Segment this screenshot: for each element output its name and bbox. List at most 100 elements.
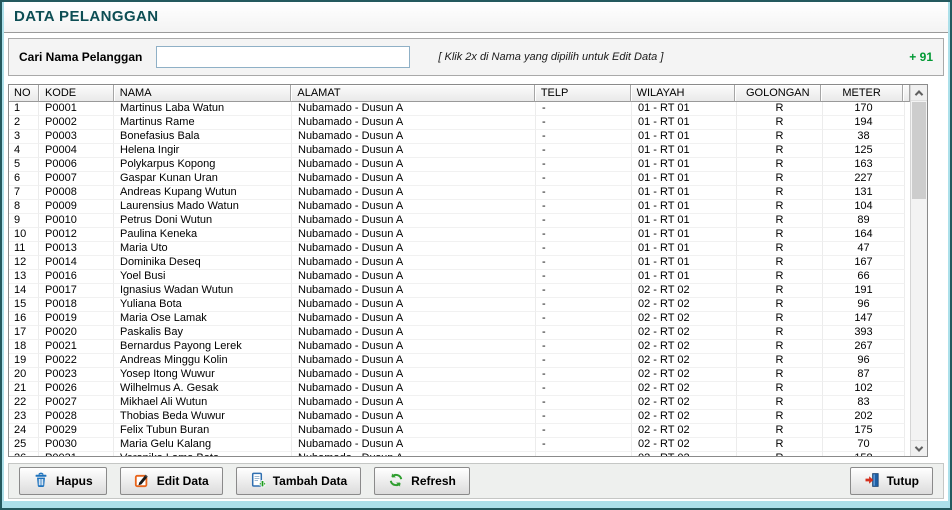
table-row[interactable]: 1P0001Martinus Laba WatunNubamado - Dusu… [9,102,910,116]
scroll-up-button[interactable] [911,85,927,101]
table-cell: R [737,200,823,214]
table-row[interactable]: 22P0027Mikhael Ali WutunNubamado - Dusun… [9,396,910,410]
table-cell: Maria Gelu Kalang [114,438,292,452]
column-header-alamat[interactable]: ALAMAT [291,85,534,102]
table-cell: 10 [9,228,39,242]
table-cell: 26 [9,452,39,456]
tambah-data-button[interactable]: Tambah Data [236,467,361,495]
table-row[interactable]: 11P0013Maria UtoNubamado - Dusun A-01 - … [9,242,910,256]
table-row[interactable]: 26P0031Veronika Lama BotaNubamado - Dusu… [9,452,910,456]
table-cell: 21 [9,382,39,396]
table-cell: Gaspar Kunan Uran [114,172,292,186]
table-cell: 19 [9,354,39,368]
table-cell: - [536,270,632,284]
table-cell: 4 [9,144,39,158]
tutup-button-label: Tutup [887,474,919,488]
table-cell: P0002 [39,116,114,130]
table-cell: P0031 [39,452,114,456]
column-header-nama[interactable]: NAMA [114,85,292,102]
column-header-wilayah[interactable]: WILAYAH [631,85,736,102]
search-panel: Cari Nama Pelanggan [ Klik 2x di Nama ya… [8,38,944,76]
table-cell: P0029 [39,424,114,438]
add-document-icon [250,472,266,491]
vertical-scrollbar[interactable] [910,85,927,456]
table-cell: R [737,438,823,452]
table-row[interactable]: 2P0002Martinus RameNubamado - Dusun A-01… [9,116,910,130]
table-row[interactable]: 7P0008Andreas Kupang WutunNubamado - Dus… [9,186,910,200]
table-cell: 01 - RT 01 [632,270,737,284]
table-cell: 167 [823,256,905,270]
table-row[interactable]: 17P0020Paskalis BayNubamado - Dusun A-02… [9,326,910,340]
table-cell: R [737,172,823,186]
table-cell: R [737,186,823,200]
table-cell: 5 [9,158,39,172]
table-row[interactable]: 3P0003Bonefasius BalaNubamado - Dusun A-… [9,130,910,144]
table-cell: 01 - RT 01 [632,102,737,116]
table-cell: P0009 [39,200,114,214]
table-cell: 2 [9,116,39,130]
table-row[interactable]: 18P0021Bernardus Payong LerekNubamado - … [9,340,910,354]
scroll-down-button[interactable] [911,440,927,456]
table-cell: Felix Tubun Buran [114,424,292,438]
table-row[interactable]: 14P0017Ignasius Wadan WutunNubamado - Du… [9,284,910,298]
table-cell: 02 - RT 02 [632,452,737,456]
column-header-golongan[interactable]: GOLONGAN [735,85,821,102]
table-cell: 02 - RT 02 [632,284,737,298]
table-row[interactable]: 16P0019Maria Ose LamakNubamado - Dusun A… [9,312,910,326]
column-header-meter[interactable]: METER [821,85,903,102]
table-row[interactable]: 15P0018Yuliana BotaNubamado - Dusun A-02… [9,298,910,312]
table-cell: Nubamado - Dusun A [292,270,536,284]
customer-table: NOKODENAMAALAMATTELPWILAYAHGOLONGANMETER… [8,84,928,457]
table-cell: P0010 [39,214,114,228]
table-row[interactable]: 24P0029Felix Tubun BuranNubamado - Dusun… [9,424,910,438]
scrollbar-thumb[interactable] [912,102,926,199]
table-body: 1P0001Martinus Laba WatunNubamado - Dusu… [9,102,910,456]
table-cell: P0017 [39,284,114,298]
search-input[interactable] [156,46,410,68]
table-row[interactable]: 12P0014Dominika DeseqNubamado - Dusun A-… [9,256,910,270]
table-row[interactable]: 10P0012Paulina KenekaNubamado - Dusun A-… [9,228,910,242]
table-cell: Yuliana Bota [114,298,292,312]
table-cell: 16 [9,312,39,326]
table-cell: 01 - RT 01 [632,214,737,228]
table-cell: R [737,452,823,456]
table-cell: Mikhael Ali Wutun [114,396,292,410]
column-header-kode[interactable]: KODE [39,85,114,102]
table-cell: P0028 [39,410,114,424]
table-row[interactable]: 19P0022Andreas Minggu KolinNubamado - Du… [9,354,910,368]
hapus-button[interactable]: Hapus [19,467,107,495]
tambah-data-button-label: Tambah Data [273,474,347,488]
table-cell: 175 [823,424,905,438]
column-header-telp[interactable]: TELP [535,85,631,102]
table-cell: 7 [9,186,39,200]
table-cell: Nubamado - Dusun A [292,354,536,368]
table-row[interactable]: 21P0026Wilhelmus A. GesakNubamado - Dusu… [9,382,910,396]
edit-data-button[interactable]: Edit Data [120,467,223,495]
refresh-button[interactable]: Refresh [374,467,470,495]
table-cell: Andreas Kupang Wutun [114,186,292,200]
table-cell: 01 - RT 01 [632,242,737,256]
table-row[interactable]: 25P0030Maria Gelu KalangNubamado - Dusun… [9,438,910,452]
table-row[interactable]: 5P0006Polykarpus KopongNubamado - Dusun … [9,158,910,172]
table-cell: 191 [823,284,905,298]
table-row[interactable]: 8P0009Laurensius Mado WatunNubamado - Du… [9,200,910,214]
table-cell: Nubamado - Dusun A [292,284,536,298]
table-row[interactable]: 9P0010Petrus Doni WutunNubamado - Dusun … [9,214,910,228]
table-row[interactable]: 6P0007Gaspar Kunan UranNubamado - Dusun … [9,172,910,186]
table-row[interactable]: 20P0023Yosep Itong WuwurNubamado - Dusun… [9,368,910,382]
page-title: DATA PELANGGAN [14,8,158,25]
table-cell: - [536,158,632,172]
table-cell: 393 [823,326,905,340]
table-cell: Nubamado - Dusun A [292,158,536,172]
table-row[interactable]: 23P0028Thobias Beda WuwurNubamado - Dusu… [9,410,910,424]
table-cell: P0012 [39,228,114,242]
column-header-no[interactable]: NO [9,85,39,102]
table-cell: R [737,102,823,116]
chevron-down-icon [915,443,923,451]
table-row[interactable]: 13P0016Yoel BusiNubamado - Dusun A-01 - … [9,270,910,284]
table-cell: Paulina Keneka [114,228,292,242]
table-cell: Yoel Busi [114,270,292,284]
tutup-button[interactable]: Tutup [850,467,933,495]
table-cell: P0019 [39,312,114,326]
table-row[interactable]: 4P0004Helena IngirNubamado - Dusun A-01 … [9,144,910,158]
